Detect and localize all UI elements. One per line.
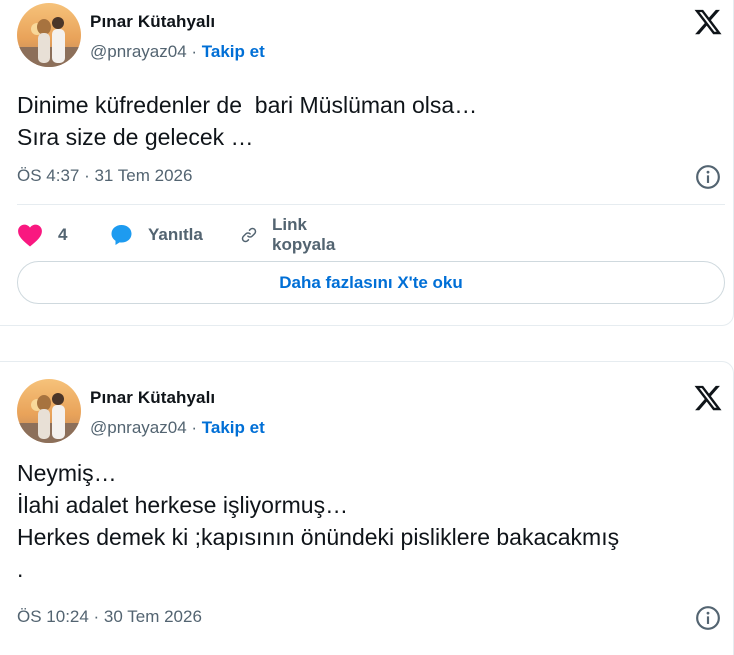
avatar[interactable] — [17, 3, 81, 67]
tweet-card-2: Pınar Kütahyalı @pnrayaz04 · Takip et Ne… — [0, 361, 734, 655]
author-name[interactable]: Pınar Kütahyalı — [90, 12, 215, 32]
reply-bubble-icon — [111, 225, 132, 245]
copy-link-label: Link kopyala — [272, 215, 336, 254]
tweet-text: Dinime küfredenler de bari Müslüman olsa… — [17, 92, 478, 150]
divider — [17, 204, 725, 205]
author-name[interactable]: Pınar Kütahyalı — [90, 388, 215, 408]
timestamp[interactable]: ÖS 10:24 · 30 Tem 2026 — [17, 607, 202, 627]
like-count: 4 — [58, 225, 68, 244]
timestamp[interactable]: ÖS 4:37 · 31 Tem 2026 — [17, 166, 192, 186]
follow-button[interactable]: Takip et — [202, 42, 265, 61]
copy-link-button[interactable]: Link kopyala — [240, 215, 343, 254]
tweet-card-1: Pınar Kütahyalı @pnrayaz04 · Takip et Di… — [0, 0, 734, 326]
tweet-text: Neymiş… İlahi adalet herkese işliyormuş…… — [17, 460, 620, 582]
link-icon — [241, 227, 257, 243]
read-more-button[interactable]: Daha fazlasını X'te oku — [17, 261, 725, 304]
separator: · — [186, 42, 202, 61]
info-icon[interactable] — [695, 164, 721, 190]
follow-button[interactable]: Takip et — [202, 418, 265, 437]
reply-button[interactable]: Yanıtla — [109, 220, 203, 250]
reply-label: Yanıtla — [148, 225, 203, 244]
like-button[interactable]: 4 — [17, 220, 67, 250]
info-icon[interactable] — [695, 605, 721, 631]
avatar[interactable] — [17, 379, 81, 443]
heart-icon — [18, 224, 42, 247]
x-logo-icon[interactable] — [693, 383, 723, 413]
handle-row: @pnrayaz04 · Takip et — [90, 42, 265, 62]
author-handle[interactable]: @pnrayaz04 — [90, 418, 187, 437]
author-handle[interactable]: @pnrayaz04 — [90, 42, 187, 61]
x-logo-icon[interactable] — [693, 7, 723, 37]
handle-row: @pnrayaz04 · Takip et — [90, 418, 265, 438]
separator: · — [186, 418, 202, 437]
